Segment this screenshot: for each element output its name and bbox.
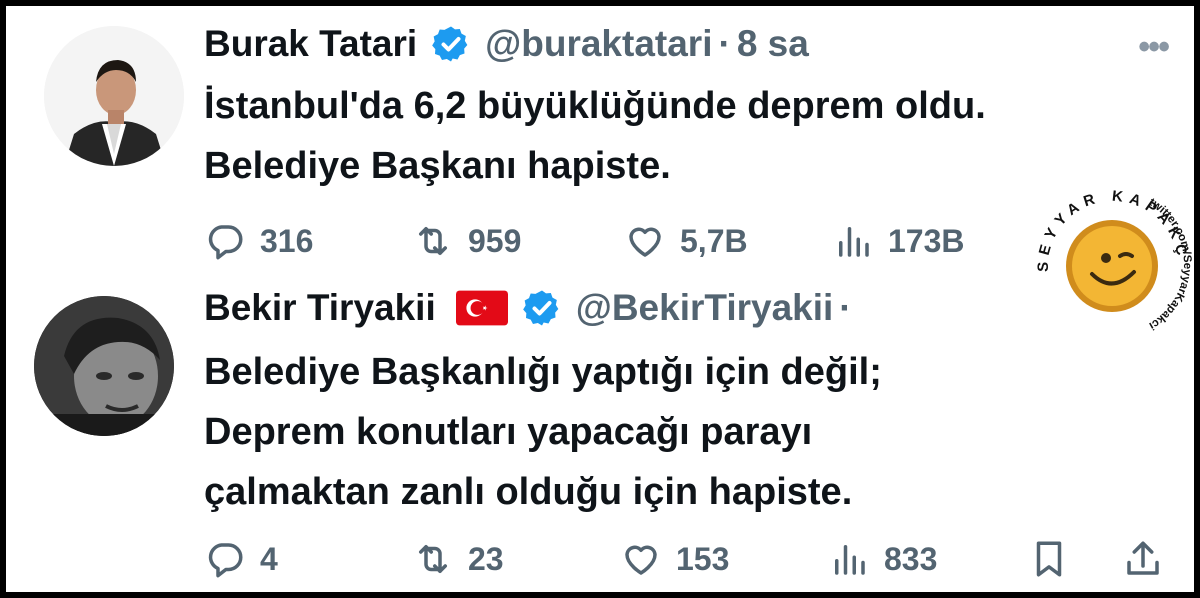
author-handle[interactable]: @BekirTiryakii — [576, 286, 834, 330]
turkey-flag-icon — [455, 290, 508, 326]
tweet-text-line: İstanbul'da 6,2 büyüklüğünde deprem oldu… — [204, 85, 986, 127]
tweet-text: İstanbul'da 6,2 büyüklüğünde deprem oldu… — [204, 76, 986, 196]
reply-icon — [208, 225, 243, 260]
views-icon — [839, 227, 869, 257]
tweet-text-line: Belediye Başkanlığı yaptığı için değil; — [204, 351, 882, 393]
avatar[interactable] — [34, 296, 174, 436]
bookmark-button[interactable] — [1028, 538, 1084, 580]
tweet-text: Belediye Başkanlığı yaptığı için değil; … — [204, 342, 882, 522]
reply-button[interactable]: 316 — [204, 220, 412, 262]
like-count: 5,7B — [680, 222, 748, 259]
separator-dot: · — [718, 23, 731, 64]
author-handle[interactable]: @buraktatari — [485, 22, 712, 66]
tweet-secondary-actions — [6, 534, 1194, 584]
view-count: 173B — [888, 222, 965, 259]
tweet-timestamp[interactable]: 8 sa — [737, 22, 809, 66]
author-name[interactable]: Burak Tatari — [204, 22, 417, 66]
screenshot-frame: Burak Tatari @buraktatari · 8 sa ••• İst… — [0, 0, 1200, 598]
share-icon — [1127, 541, 1159, 575]
tweet-actions: 316 959 5,7B 173B — [204, 216, 1032, 266]
reply-count: 316 — [260, 222, 314, 259]
tweet-text-line: Deprem konutları yapacağı parayı — [204, 411, 813, 453]
like-button[interactable]: 5,7B — [624, 220, 832, 262]
avatar[interactable] — [44, 26, 184, 166]
avatar-photo-icon — [44, 26, 184, 166]
separator-dot: · — [839, 287, 852, 328]
tweet-header: Bekir Tiryakii @BekirTiryakii · — [204, 286, 858, 330]
bottle-cap-icon — [1066, 220, 1158, 312]
bookmark-icon — [1036, 541, 1062, 577]
retweet-count: 959 — [468, 222, 522, 259]
verified-badge-icon — [432, 26, 468, 62]
tweet-header: Burak Tatari @buraktatari · 8 sa — [204, 22, 809, 66]
tweet: Bekir Tiryakii @BekirTiryakii · Belediye… — [6, 276, 1194, 592]
share-button[interactable] — [1122, 538, 1178, 580]
seyyar-kapakci-stamp: SEYYAR KAPAKÇI twitter.com/SeyyarKapakci — [1028, 178, 1193, 332]
tweet: Burak Tatari @buraktatari · 8 sa ••• İst… — [6, 6, 1194, 276]
author-name[interactable]: Bekir Tiryakii — [204, 286, 436, 330]
views-button[interactable]: 173B — [832, 220, 1032, 262]
avatar-photo-icon — [34, 296, 174, 436]
retweet-icon — [419, 227, 447, 255]
more-icon[interactable]: ••• — [1138, 28, 1170, 67]
tweet-text-line: çalmaktan zanlı olduğu için hapiste. — [204, 471, 853, 513]
tweet-text-line: Belediye Başkanı hapiste. — [204, 145, 671, 187]
verified-badge-icon — [522, 290, 559, 326]
like-icon — [629, 227, 661, 257]
retweet-button[interactable]: 959 — [412, 220, 624, 262]
